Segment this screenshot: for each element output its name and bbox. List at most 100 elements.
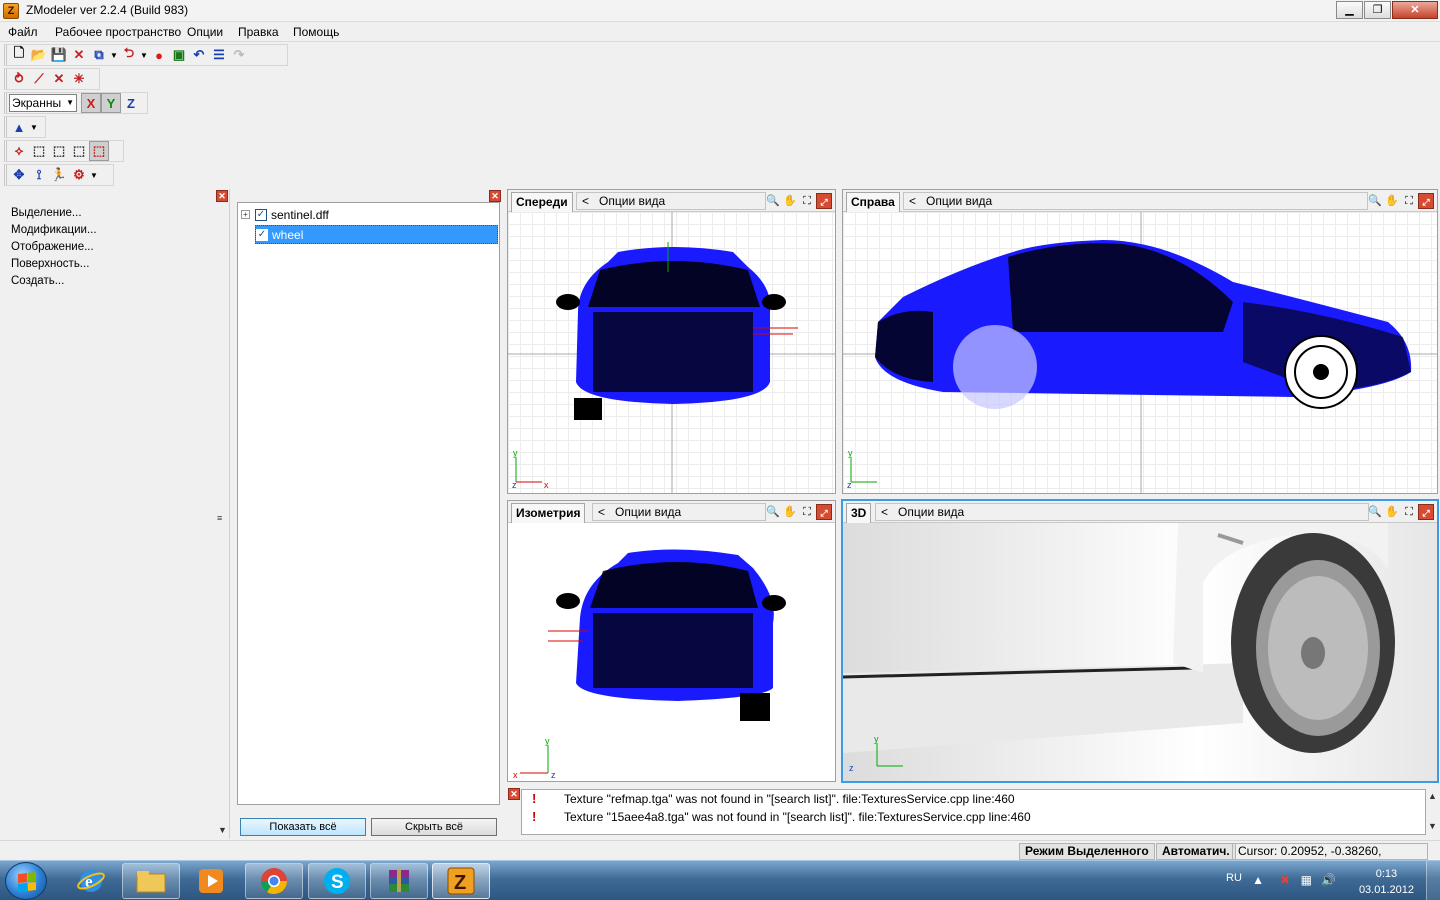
- render-icon[interactable]: ▣: [169, 45, 189, 65]
- modifications-link[interactable]: Модификации...: [11, 224, 97, 236]
- visibility-checkbox[interactable]: ✓: [255, 208, 267, 221]
- zmodeler-app-icon[interactable]: Z: [3, 3, 19, 19]
- export-icon[interactable]: ⮌: [119, 45, 139, 65]
- skeleton-icon[interactable]: 🏃: [49, 165, 69, 185]
- view-options-button[interactable]: < Опции вида: [875, 503, 1369, 521]
- pan-icon[interactable]: ✋: [1384, 504, 1400, 520]
- redo-icon[interactable]: ↷: [229, 45, 249, 65]
- fit-icon[interactable]: ⛶: [1401, 504, 1417, 520]
- import-dropdown-icon[interactable]: ▼: [109, 45, 119, 65]
- tree-node-wheel[interactable]: ✓ wheel: [255, 225, 498, 244]
- move-icon[interactable]: ✥: [9, 165, 29, 185]
- tree-node-sentinel[interactable]: + ✓ sentinel.dff: [241, 205, 329, 224]
- viewport-front[interactable]: Спереди < Опции вида 🔍 ✋ ⛶ ⤢ y x z: [507, 189, 836, 494]
- zoom-icon[interactable]: 🔍: [765, 193, 781, 209]
- viewport-isometric[interactable]: Изометрия < Опции вида 🔍 ✋ ⛶ ⤢ y x z: [507, 500, 836, 782]
- zoom-icon[interactable]: 🔍: [765, 504, 781, 520]
- poly-mode-icon[interactable]: ⬚: [69, 141, 89, 161]
- zoom-icon[interactable]: 🔍: [1367, 193, 1383, 209]
- zmodeler-taskbar-icon[interactable]: Z: [432, 863, 490, 899]
- open-folder-icon[interactable]: 📂: [29, 45, 49, 65]
- menu-file[interactable]: Файл: [8, 25, 38, 39]
- maximize-viewport-icon[interactable]: ⤢: [816, 193, 832, 209]
- cone-dropdown-icon[interactable]: ▼: [29, 117, 39, 137]
- visibility-checkbox[interactable]: ✓: [256, 228, 268, 241]
- maximize-viewport-icon[interactable]: ⤢: [816, 504, 832, 520]
- menu-workspace[interactable]: Рабочее пространство: [55, 25, 181, 39]
- media-player-icon[interactable]: [182, 863, 240, 899]
- viewport-canvas[interactable]: y z: [843, 523, 1437, 781]
- fit-icon[interactable]: ⛶: [1401, 193, 1417, 209]
- view-options-button[interactable]: < Опции вида: [576, 192, 766, 210]
- vertex-mode-icon[interactable]: ⟡: [9, 141, 29, 161]
- menu-options[interactable]: Опции: [187, 25, 223, 39]
- pan-icon[interactable]: ✋: [782, 504, 798, 520]
- expand-icon[interactable]: +: [241, 210, 250, 219]
- maximize-viewport-icon[interactable]: ⤢: [1418, 193, 1434, 209]
- axis-select-icon[interactable]: ✳: [69, 69, 89, 89]
- viewport-right[interactable]: Справа < Опции вида 🔍 ✋ ⛶ ⤢ y z: [842, 189, 1438, 494]
- selection-mode-status[interactable]: Режим Выделенного: [1019, 843, 1155, 860]
- scroll-down-icon[interactable]: ▼: [218, 825, 227, 835]
- volume-icon[interactable]: 🔊: [1321, 873, 1336, 887]
- viewport-title[interactable]: Спереди: [511, 192, 573, 212]
- helper-icon[interactable]: ⚙: [69, 165, 89, 185]
- surface-link[interactable]: Поверхность...: [11, 258, 89, 270]
- new-file-icon[interactable]: 🗋: [9, 45, 29, 65]
- save-icon[interactable]: 💾: [49, 45, 69, 65]
- export-dropdown-icon[interactable]: ▼: [139, 45, 149, 65]
- viewport-title[interactable]: 3D: [846, 503, 872, 523]
- axis-z-toggle[interactable]: Z: [121, 93, 141, 113]
- axis-y-toggle[interactable]: Y: [101, 93, 121, 113]
- cone-icon[interactable]: ▲: [9, 117, 29, 137]
- selection-link[interactable]: Выделение...: [11, 207, 82, 219]
- menu-help[interactable]: Помощь: [293, 25, 339, 39]
- language-indicator[interactable]: RU: [1226, 872, 1242, 884]
- winrar-icon[interactable]: [370, 863, 428, 899]
- viewport-title[interactable]: Изометрия: [511, 503, 586, 523]
- close-button[interactable]: ✕: [1392, 1, 1438, 19]
- clock[interactable]: 0:13 03.01.2012: [1359, 866, 1414, 898]
- axis-x-toggle[interactable]: X: [81, 93, 101, 113]
- log-panel-close-icon[interactable]: ✕: [508, 788, 520, 800]
- record-icon[interactable]: ●: [149, 45, 169, 65]
- file-explorer-icon[interactable]: [122, 863, 180, 899]
- commands-panel-close-icon[interactable]: ✕: [216, 190, 228, 202]
- undo-icon[interactable]: ↶: [189, 45, 209, 65]
- delete-icon[interactable]: ✕: [69, 45, 89, 65]
- internet-explorer-icon[interactable]: e: [62, 863, 120, 899]
- viewport-3d[interactable]: 3D < Опции вида 🔍 ✋ ⛶ ⤢ y z: [841, 499, 1439, 783]
- import-icon[interactable]: ⧉: [89, 45, 109, 65]
- pan-icon[interactable]: ✋: [1384, 193, 1400, 209]
- minimize-button[interactable]: ▁: [1336, 1, 1363, 19]
- view-options-button[interactable]: < Опции вида: [903, 192, 1368, 210]
- object-mode-icon[interactable]: ⬚: [89, 141, 109, 161]
- coordinate-system-combo[interactable]: Экранны ▼: [9, 94, 77, 112]
- view-options-button[interactable]: < Опции вида: [592, 503, 766, 521]
- log-scroll-up-icon[interactable]: ▲: [1428, 791, 1437, 801]
- zoom-icon[interactable]: 🔍: [1367, 504, 1383, 520]
- create-link[interactable]: Создать...: [11, 275, 64, 287]
- show-hidden-icons-icon[interactable]: ▲: [1252, 873, 1264, 887]
- hide-all-button[interactable]: Скрыть всё: [371, 818, 497, 836]
- auto-status[interactable]: Автоматич.: [1156, 843, 1236, 860]
- pan-icon[interactable]: ✋: [782, 193, 798, 209]
- viewport-canvas[interactable]: y z: [843, 212, 1437, 493]
- fit-icon[interactable]: ⛶: [799, 504, 815, 520]
- face-mode-icon[interactable]: ⬚: [49, 141, 69, 161]
- network-icon[interactable]: ▦: [1301, 873, 1312, 887]
- chrome-icon[interactable]: [245, 863, 303, 899]
- hierarchy-panel-close-icon[interactable]: ✕: [489, 190, 501, 202]
- splitter-grip-icon[interactable]: ≡: [217, 513, 222, 523]
- helper-dropdown-icon[interactable]: ▼: [89, 165, 99, 185]
- show-all-button[interactable]: Показать всё: [240, 818, 366, 836]
- vertex-select-icon[interactable]: ⟋: [29, 69, 49, 89]
- viewport-title[interactable]: Справа: [846, 192, 900, 212]
- edge-mode-icon[interactable]: ⬚: [29, 141, 49, 161]
- network-error-icon[interactable]: ✖: [1280, 873, 1290, 887]
- pivot-icon[interactable]: ⟟: [29, 165, 49, 185]
- display-link[interactable]: Отображение...: [11, 241, 94, 253]
- maximize-button[interactable]: ❐: [1364, 1, 1391, 19]
- history-icon[interactable]: ☰: [209, 45, 229, 65]
- log-scroll-down-icon[interactable]: ▼: [1428, 821, 1437, 831]
